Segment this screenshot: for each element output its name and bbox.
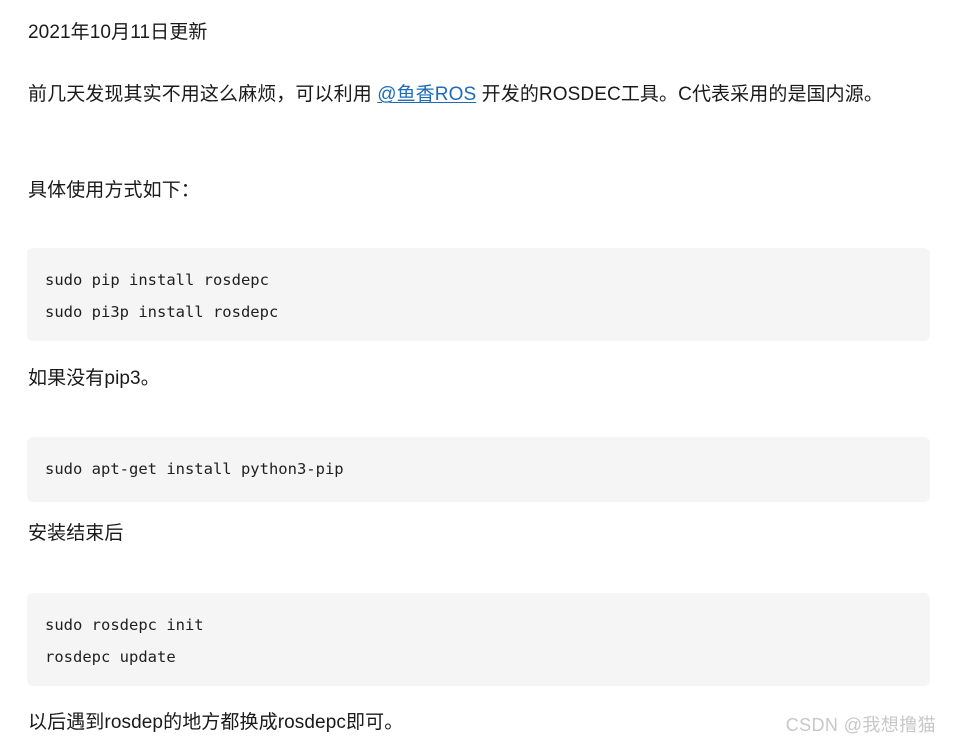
article-page: 2021年10月11日更新 前几天发现其实不用这么麻烦，可以利用 @鱼香ROS … (0, 0, 958, 750)
code-line: sudo pi3p install rosdepc (45, 302, 279, 321)
yuxiang-ros-link[interactable]: @鱼香ROS (377, 84, 476, 105)
code-line: rosdepc update (45, 647, 176, 666)
code-block-install-python3-pip[interactable]: sudo apt-get install python3-pip (27, 436, 930, 502)
intro-text-after-link: 开发的ROSDEC工具。C代表采用的是国内源。 (476, 84, 883, 105)
intro-text-before-link: 前几天发现其实不用这么麻烦，可以利用 (28, 84, 378, 105)
code-line: sudo pip install rosdepc (45, 270, 269, 289)
csdn-watermark: CSDN @我想撸猫 (785, 715, 936, 735)
code-block-rosdepc-init-update[interactable]: sudo rosdepc init rosdepc update (27, 592, 930, 686)
after-install-label: 安装结束后 (28, 523, 124, 544)
code-block-install-rosdepc[interactable]: sudo pip install rosdepc sudo pi3p instal… (27, 247, 930, 341)
no-pip3-label: 如果没有pip3。 (28, 368, 160, 389)
code-line: sudo rosdepc init (45, 615, 204, 634)
update-date-heading: 2021年10月11日更新 (28, 22, 208, 43)
usage-instructions-label: 具体使用方式如下： (28, 180, 200, 201)
code-line: sudo apt-get install python3-pip (45, 459, 344, 478)
intro-paragraph: 前几天发现其实不用这么麻烦，可以利用 @鱼香ROS 开发的ROSDEC工具。C代… (28, 76, 930, 114)
